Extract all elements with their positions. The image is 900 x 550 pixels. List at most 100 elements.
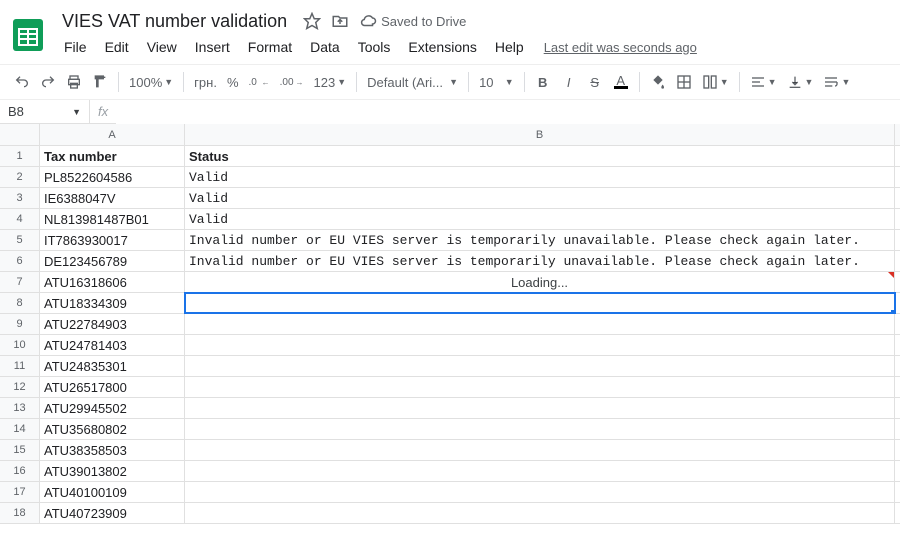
move-icon[interactable] xyxy=(331,12,349,30)
print-button[interactable] xyxy=(62,70,86,94)
increase-decimal-button[interactable]: .00→ xyxy=(276,77,308,88)
cell[interactable] xyxy=(185,419,895,439)
cell[interactable] xyxy=(185,356,895,376)
cell[interactable]: Invalid number or EU VIES server is temp… xyxy=(185,251,895,271)
cell[interactable] xyxy=(185,398,895,418)
name-box[interactable]: B8▼ xyxy=(0,100,90,124)
percent-button[interactable]: % xyxy=(223,75,243,90)
row-header[interactable]: 3 xyxy=(0,188,40,208)
cell[interactable] xyxy=(185,377,895,397)
row-header[interactable]: 13 xyxy=(0,398,40,418)
select-all-corner[interactable] xyxy=(0,124,40,145)
cell[interactable]: Invalid number or EU VIES server is temp… xyxy=(185,230,895,250)
row-header[interactable]: 14 xyxy=(0,419,40,439)
cell[interactable]: Status xyxy=(185,146,895,166)
menu-file[interactable]: File xyxy=(56,35,95,59)
strikethrough-button[interactable]: S xyxy=(583,70,607,94)
cell[interactable]: Loading... xyxy=(185,272,895,292)
cell[interactable] xyxy=(185,314,895,334)
fill-color-button[interactable] xyxy=(646,70,670,94)
cell[interactable]: NL813981487B01 xyxy=(40,209,185,229)
col-header-a[interactable]: A xyxy=(40,124,185,145)
number-format-dropdown[interactable]: 123▼ xyxy=(310,75,351,90)
cell[interactable] xyxy=(185,503,895,523)
zoom-dropdown[interactable]: 100% ▼ xyxy=(125,75,177,90)
row-header[interactable]: 12 xyxy=(0,377,40,397)
formula-bar: B8▼ fx xyxy=(0,100,900,124)
merge-button[interactable]: ▼ xyxy=(698,74,733,90)
row-header[interactable]: 10 xyxy=(0,335,40,355)
font-size-dropdown[interactable]: 10 ▼ xyxy=(475,75,518,90)
cell[interactable]: IT7863930017 xyxy=(40,230,185,250)
header: VIES VAT number validation Saved to Driv… xyxy=(0,0,900,64)
cell[interactable] xyxy=(185,293,895,313)
cell[interactable]: PL8522604586 xyxy=(40,167,185,187)
cell[interactable]: ATU40100109 xyxy=(40,482,185,502)
cell[interactable]: ATU18334309 xyxy=(40,293,185,313)
cell[interactable] xyxy=(185,482,895,502)
decrease-decimal-button[interactable]: .0 ← xyxy=(245,77,274,88)
row-header[interactable]: 8 xyxy=(0,293,40,313)
cell[interactable]: ATU29945502 xyxy=(40,398,185,418)
menu-insert[interactable]: Insert xyxy=(187,35,238,59)
undo-button[interactable] xyxy=(10,70,34,94)
borders-button[interactable] xyxy=(672,70,696,94)
row-header[interactable]: 16 xyxy=(0,461,40,481)
row-header[interactable]: 18 xyxy=(0,503,40,523)
cell[interactable]: Tax number xyxy=(40,146,185,166)
cell[interactable]: ATU35680802 xyxy=(40,419,185,439)
row-header[interactable]: 4 xyxy=(0,209,40,229)
formula-input[interactable] xyxy=(116,100,900,124)
menu-bar: FileEditViewInsertFormatDataToolsExtensi… xyxy=(56,33,892,61)
row-header[interactable]: 17 xyxy=(0,482,40,502)
wrap-button[interactable]: ▼ xyxy=(819,74,854,90)
cell[interactable] xyxy=(185,335,895,355)
saved-to-drive[interactable]: Saved to Drive xyxy=(359,12,466,30)
v-align-button[interactable]: ▼ xyxy=(783,74,818,90)
cell[interactable]: Valid xyxy=(185,167,895,187)
menu-edit[interactable]: Edit xyxy=(97,35,137,59)
cell[interactable]: ATU22784903 xyxy=(40,314,185,334)
menu-tools[interactable]: Tools xyxy=(350,35,399,59)
menu-help[interactable]: Help xyxy=(487,35,532,59)
cell[interactable]: DE123456789 xyxy=(40,251,185,271)
redo-button[interactable] xyxy=(36,70,60,94)
cell[interactable] xyxy=(185,440,895,460)
cell[interactable]: ATU24781403 xyxy=(40,335,185,355)
cloud-icon xyxy=(359,12,377,30)
cell[interactable] xyxy=(185,461,895,481)
cell[interactable]: IE6388047V xyxy=(40,188,185,208)
row-header[interactable]: 2 xyxy=(0,167,40,187)
bold-button[interactable]: B xyxy=(531,70,555,94)
row-header[interactable]: 11 xyxy=(0,356,40,376)
row-header[interactable]: 5 xyxy=(0,230,40,250)
row-header[interactable]: 7 xyxy=(0,272,40,292)
col-header-b[interactable]: B xyxy=(185,124,895,145)
cell[interactable]: ATU26517800 xyxy=(40,377,185,397)
cell[interactable]: Valid xyxy=(185,209,895,229)
row-header[interactable]: 15 xyxy=(0,440,40,460)
cell[interactable]: ATU38358503 xyxy=(40,440,185,460)
paint-format-button[interactable] xyxy=(88,70,112,94)
menu-extensions[interactable]: Extensions xyxy=(400,35,484,59)
cell[interactable]: Valid xyxy=(185,188,895,208)
last-edit-link[interactable]: Last edit was seconds ago xyxy=(544,40,697,55)
doc-title[interactable]: VIES VAT number validation xyxy=(56,9,293,34)
row-header[interactable]: 1 xyxy=(0,146,40,166)
menu-format[interactable]: Format xyxy=(240,35,300,59)
cell[interactable]: ATU40723909 xyxy=(40,503,185,523)
sheets-logo[interactable] xyxy=(8,15,48,55)
cell[interactable]: ATU39013802 xyxy=(40,461,185,481)
menu-view[interactable]: View xyxy=(139,35,185,59)
menu-data[interactable]: Data xyxy=(302,35,348,59)
italic-button[interactable]: I xyxy=(557,70,581,94)
text-color-button[interactable]: A xyxy=(609,70,633,94)
currency-button[interactable]: грн. xyxy=(190,75,221,90)
star-icon[interactable] xyxy=(303,12,321,30)
h-align-button[interactable]: ▼ xyxy=(746,74,781,90)
row-header[interactable]: 6 xyxy=(0,251,40,271)
cell[interactable]: ATU24835301 xyxy=(40,356,185,376)
font-dropdown[interactable]: Default (Ari... ▼ xyxy=(363,75,462,90)
cell[interactable]: ATU16318606 xyxy=(40,272,185,292)
row-header[interactable]: 9 xyxy=(0,314,40,334)
